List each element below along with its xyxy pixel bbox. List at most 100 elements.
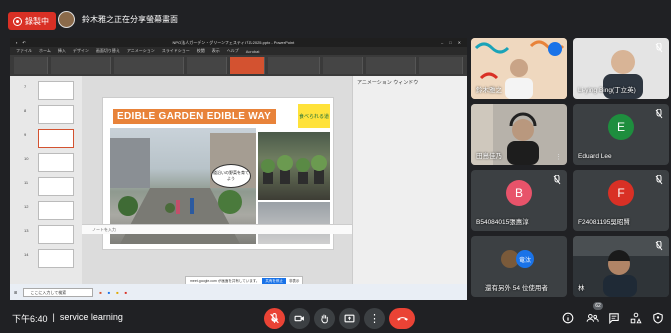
participant-name: 鈴木雅之 — [476, 87, 502, 94]
meeting-name: service learning — [59, 312, 123, 322]
speaking-indicator-icon — [548, 42, 562, 56]
phone-hangup-icon — [396, 317, 408, 321]
raise-hand-button[interactable] — [314, 308, 335, 329]
ribbon-group-arrange — [268, 57, 321, 74]
participant-tile[interactable]: E Eduard Lee — [573, 104, 669, 165]
share-notification-text: meet.google.com が画面を共有しています。 — [190, 278, 260, 283]
participant-tile[interactable]: F F24081195吳昭賢 — [573, 170, 669, 231]
more-options-button[interactable]: ⋮ — [364, 308, 385, 329]
slide-thumbnail[interactable] — [38, 81, 74, 100]
ppt-tab: 挿入 — [57, 48, 66, 53]
ppt-tab: スライドショー — [161, 48, 190, 53]
ppt-tab: ファイル — [16, 48, 32, 53]
participant-avatar: F — [608, 180, 634, 207]
animation-pane-title: アニメーション ウィンドウ — [357, 80, 419, 86]
participant-avatar: E — [608, 114, 634, 141]
participant-tile[interactable]: B B54084015張惠淳 — [471, 170, 567, 231]
mic-off-icon — [655, 241, 663, 251]
presenter-banner: 鈴木雅之正在分享螢幕畫面 — [58, 11, 178, 28]
participant-avatar: B — [506, 180, 532, 207]
camera-toggle-button[interactable] — [289, 308, 310, 329]
mic-off-icon — [553, 175, 561, 185]
windows-start-icon[interactable]: ⊞ — [14, 290, 17, 295]
slide-thumbnail[interactable] — [38, 249, 74, 268]
taskbar-app-icon[interactable]: ■ — [125, 290, 127, 295]
thumbnail-number: 10 — [24, 156, 29, 161]
hide-button[interactable]: 非表示 — [289, 279, 300, 284]
thumbnail-number: 11 — [24, 180, 29, 185]
shield-icon — [653, 312, 663, 324]
info-icon — [562, 312, 574, 324]
presenter-text: 鈴木雅之正在分享螢幕畫面 — [82, 15, 178, 24]
garden-photo — [258, 132, 330, 200]
windows-search[interactable]: ここに入力して検索 — [23, 287, 94, 297]
undo-icon: ↶ — [22, 40, 26, 45]
slide-thumbnail[interactable] — [38, 201, 74, 220]
slide-thumbnail[interactable] — [38, 177, 74, 196]
ribbon-group-editing — [323, 57, 364, 74]
windows-taskbar: ⊞ ここに入力して検索 ■ ■ ■ ■ — [10, 284, 467, 300]
present-button[interactable] — [339, 308, 360, 329]
taskbar-app-icon[interactable]: ■ — [116, 290, 118, 295]
chat-icon — [609, 313, 619, 324]
ribbon-group-font — [113, 57, 184, 74]
top-bar: 錄製中 鈴木雅之正在分享螢幕畫面 — [0, 0, 671, 34]
thumbnail-number: 8 — [24, 108, 27, 113]
thumbnail-number: 7 — [24, 84, 27, 89]
recording-label: 錄製中 — [25, 16, 49, 26]
meeting-info: 下午6:40 | service learning — [12, 312, 123, 325]
ppt-tab: Acrobat — [245, 48, 260, 54]
slide-thumbnail[interactable] — [38, 153, 74, 172]
activities-button[interactable] — [628, 310, 644, 326]
ppt-tab: 画面切り替え — [95, 48, 120, 53]
participant-tile[interactable]: 田島佳乃 ⋮ — [471, 104, 567, 165]
notes-pane[interactable]: ノートを入力 — [82, 224, 352, 234]
slide-title: EDIBLE GARDEN EDIBLE WAY — [113, 109, 276, 124]
people-button[interactable] — [584, 310, 600, 326]
slide-thumbnail-active[interactable] — [38, 129, 74, 148]
slide-thumbnail[interactable] — [38, 225, 74, 244]
ribbon-group-drawing — [229, 57, 266, 74]
mic-off-icon — [270, 313, 279, 324]
taskbar-app-icon[interactable]: ■ — [99, 290, 101, 295]
ppt-tab: デザイン — [72, 48, 89, 53]
ppt-tab: アニメーション — [126, 48, 155, 53]
ribbon-group-paragraph — [186, 57, 227, 74]
animation-pane: アニメーション ウィンドウ — [352, 76, 467, 300]
leave-call-button[interactable] — [389, 308, 415, 329]
host-controls-button[interactable] — [650, 310, 666, 326]
others-tile[interactable]: 竜汰 還有另外 54 位使用者 — [471, 236, 567, 297]
recording-badge: 錄製中 — [8, 12, 56, 30]
meeting-separator: | — [52, 312, 55, 322]
garden-photo-2 — [258, 202, 330, 244]
presenter-avatar — [58, 11, 75, 28]
slide-canvas: EDIBLE GARDEN EDIBLE WAY 食べられる道 道沿いの野菜を育 — [82, 76, 352, 300]
mic-off-icon — [655, 109, 663, 119]
mic-toggle-button[interactable] — [264, 308, 285, 329]
maximize-icon: □ — [449, 40, 452, 45]
mic-off-icon — [655, 175, 663, 185]
chat-button[interactable] — [606, 310, 622, 326]
participant-tile[interactable]: 林 — [573, 236, 669, 297]
taskbar-app-icon[interactable]: ■ — [108, 290, 110, 295]
more-options-icon[interactable]: ⋮ — [555, 153, 562, 161]
camera-icon — [294, 315, 304, 322]
bottom-bar: 下午6:40 | service learning ⋮ — [0, 302, 671, 333]
ribbon-group-acrobat — [366, 57, 417, 74]
shared-screen: ▪ ↶ NPO法人ガーデン・グリーンフェスティバル2025.pptx - Powe… — [10, 38, 467, 300]
ppt-ribbon — [10, 55, 467, 76]
thumbnail-number: 14 — [24, 252, 29, 257]
participant-tile[interactable]: Li-ying Bing(丁立英) — [573, 38, 669, 99]
speech-bubble: 道沿いの野菜を育てよう — [211, 164, 251, 188]
present-screen-icon — [344, 314, 355, 323]
participant-name: F24081195吳昭賢 — [578, 219, 630, 226]
meeting-details-button[interactable] — [560, 310, 576, 326]
ppt-tab: ヘルプ — [226, 48, 239, 53]
slide-thumbnail[interactable] — [38, 105, 74, 124]
ribbon-group-clipboard — [14, 57, 48, 74]
close-icon: ✕ — [457, 40, 461, 45]
participant-name: 林 — [578, 285, 585, 292]
hand-icon — [321, 314, 328, 324]
participant-tile[interactable]: 鈴木雅之 — [471, 38, 567, 99]
ppt-tab: 表示 — [211, 48, 220, 53]
